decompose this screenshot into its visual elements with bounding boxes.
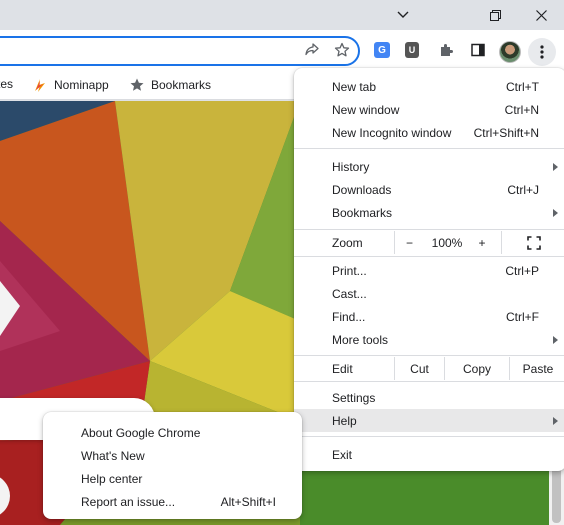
zoom-out-button[interactable]: − — [394, 231, 424, 254]
google-translate-extension-icon[interactable]: G — [370, 38, 394, 62]
profile-avatar[interactable] — [499, 41, 521, 63]
restore-icon — [489, 9, 501, 21]
submenu-arrow-icon — [553, 335, 558, 344]
star-icon — [130, 78, 144, 91]
zoom-in-button[interactable]: + — [470, 231, 494, 254]
zoom-level: 100% — [431, 235, 463, 250]
menu-edit-row: Edit Cut Copy Paste — [294, 357, 564, 380]
cut-button[interactable]: Cut — [394, 357, 444, 380]
menu-separator — [294, 355, 564, 356]
menu-item-exit[interactable]: Exit — [294, 443, 564, 466]
menu-separator — [294, 381, 564, 382]
bookmark-folder-bookmarks[interactable]: Bookmarks — [129, 77, 211, 93]
submenu-item-whats-new[interactable]: What's New — [43, 444, 302, 467]
menu-item-cast[interactable]: Cast... — [294, 282, 564, 305]
menu-item-new-window[interactable]: New window Ctrl+N — [294, 98, 564, 121]
side-panel-icon[interactable] — [466, 38, 490, 62]
help-submenu: About Google Chrome What's New Help cent… — [43, 412, 302, 519]
menu-separator — [294, 229, 564, 230]
tab-search-button[interactable] — [380, 0, 426, 30]
menu-item-new-tab[interactable]: New tab Ctrl+T — [294, 75, 564, 98]
menu-separator — [294, 148, 564, 149]
menu-item-more-tools[interactable]: More tools — [294, 328, 564, 351]
extensions-puzzle-icon[interactable] — [434, 38, 458, 62]
menu-zoom-row: Zoom − 100% + — [294, 231, 564, 254]
fullscreen-button[interactable] — [501, 231, 564, 254]
bookmark-item[interactable]: tes — [0, 77, 13, 91]
menu-item-new-incognito-window[interactable]: New Incognito window Ctrl+Shift+N — [294, 121, 564, 144]
submenu-arrow-icon — [553, 208, 558, 217]
submenu-arrow-icon — [553, 162, 558, 171]
menu-separator — [294, 256, 564, 257]
fullscreen-icon — [527, 235, 541, 250]
submenu-item-about-google-chrome[interactable]: About Google Chrome — [43, 421, 302, 444]
close-icon — [535, 9, 547, 21]
menu-item-print[interactable]: Print... Ctrl+P — [294, 259, 564, 282]
menu-item-downloads[interactable]: Downloads Ctrl+J — [294, 178, 564, 201]
restore-button[interactable] — [472, 0, 518, 30]
kebab-menu-icon — [540, 45, 544, 59]
menu-item-find[interactable]: Find... Ctrl+F — [294, 305, 564, 328]
submenu-arrow-icon — [553, 416, 558, 425]
chrome-menu-button[interactable] — [528, 38, 556, 66]
menu-item-help[interactable]: Help — [294, 409, 564, 432]
bookmark-item-nominapp[interactable]: Nominapp — [32, 77, 109, 93]
menu-item-settings[interactable]: Settings — [294, 386, 564, 409]
chevron-down-icon — [397, 11, 409, 18]
paste-button[interactable]: Paste — [509, 357, 564, 380]
nominapp-logo-icon — [35, 79, 45, 92]
copy-button[interactable]: Copy — [444, 357, 509, 380]
bitwarden-extension-icon[interactable]: U — [400, 38, 424, 62]
browser-toolbar: G U — [0, 30, 564, 70]
close-window-button[interactable] — [518, 0, 564, 30]
submenu-item-help-center[interactable]: Help center — [43, 467, 302, 490]
menu-separator — [294, 436, 564, 437]
chrome-main-menu: New tab Ctrl+T New window Ctrl+N New Inc… — [294, 68, 564, 471]
share-icon[interactable] — [300, 38, 324, 62]
menu-item-history[interactable]: History — [294, 155, 564, 178]
submenu-item-report-an-issue[interactable]: Report an issue... Alt+Shift+I — [43, 490, 302, 513]
menu-item-bookmarks[interactable]: Bookmarks — [294, 201, 564, 224]
star-icon[interactable] — [330, 38, 354, 62]
title-bar — [0, 0, 564, 30]
